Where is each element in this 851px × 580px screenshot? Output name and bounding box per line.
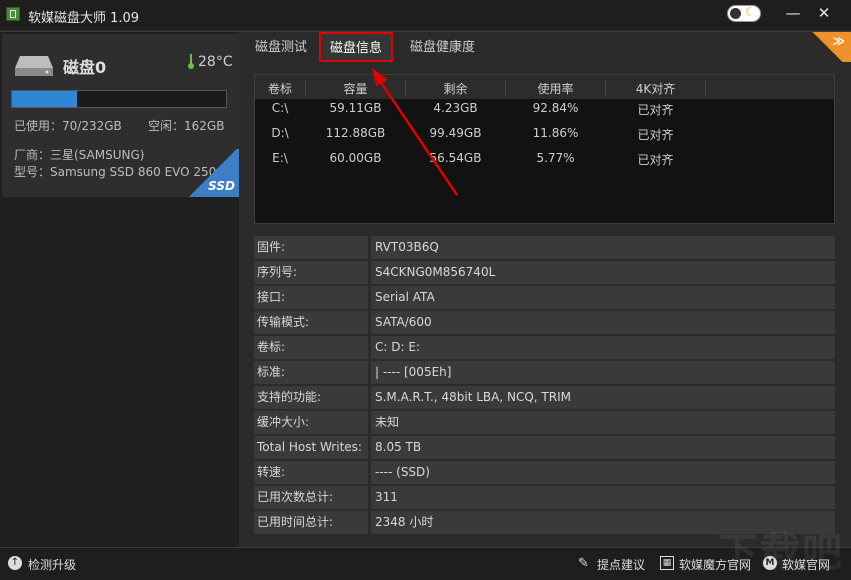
feedback-link[interactable]: 提点建议 xyxy=(597,556,645,573)
info-value: SATA/600 xyxy=(371,311,835,334)
table-row[interactable]: E:\ 60.00GB 56.54GB 5.77% 已对齐 xyxy=(255,151,834,175)
tab-disk-info[interactable]: 磁盘信息 xyxy=(319,32,393,62)
ssd-badge: SSD xyxy=(187,149,239,197)
cell-capacity: 60.00GB xyxy=(329,151,382,165)
cell-label: D:\ xyxy=(271,126,289,140)
hard-disk-icon xyxy=(15,56,53,76)
grid-icon[interactable]: ▦ xyxy=(660,556,674,570)
info-label: 缓冲大小: xyxy=(254,411,368,434)
info-row-standard: 标准: | ---- [005Eh] xyxy=(254,361,835,384)
info-value: Serial ATA xyxy=(371,286,835,309)
watermark: 下载吧 xyxy=(718,530,844,576)
title-bar: 软媒磁盘大师 1.09 ☾ — ✕ xyxy=(0,0,851,30)
info-value: 8.05 TB xyxy=(371,436,835,459)
col-header-label[interactable]: 卷标 xyxy=(255,80,306,96)
info-label: 标准: xyxy=(254,361,368,384)
cell-usage: 11.86% xyxy=(532,126,579,140)
window-title: 软媒磁盘大师 1.09 xyxy=(28,11,140,26)
info-value: RVT03B6Q xyxy=(371,236,835,259)
table-header: 卷标 容量 剩余 使用率 4K对齐 xyxy=(255,75,834,99)
col-header-4k[interactable]: 4K对齐 xyxy=(606,80,706,96)
disk-temperature: 28°C xyxy=(198,54,233,70)
info-value: ---- (SSD) xyxy=(371,461,835,484)
disk-card[interactable]: 磁盘0 28°C 已使用：70/232GB 空闲：162GB 厂商：三星(SAM… xyxy=(2,34,239,197)
info-row-host-writes: Total Host Writes: 8.05 TB xyxy=(254,436,835,459)
tab-disk-test[interactable]: 磁盘测试 xyxy=(255,37,307,59)
col-header-capacity[interactable]: 容量 xyxy=(306,80,406,96)
ssd-badge-label: SSD xyxy=(208,179,235,193)
moon-icon: ☾ xyxy=(745,5,756,19)
info-label: 固件: xyxy=(254,236,368,259)
info-value: S4CKNG0M856740L xyxy=(371,261,835,284)
info-row-transfer-mode: 传输模式: SATA/600 xyxy=(254,311,835,334)
table-row[interactable]: D:\ 112.88GB 99.49GB 11.86% 已对齐 xyxy=(255,126,834,150)
info-row-interface: 接口: Serial ATA xyxy=(254,286,835,309)
cell-4k: 已对齐 xyxy=(637,103,674,117)
info-value: 未知 xyxy=(371,411,835,434)
table-row[interactable]: C:\ 59.11GB 4.23GB 92.84% 已对齐 xyxy=(255,101,834,125)
cell-usage: 92.84% xyxy=(532,101,579,115)
disk-name: 磁盘0 xyxy=(63,58,107,77)
tab-bar: 磁盘测试 磁盘信息 磁盘健康度 ≫ xyxy=(239,31,851,63)
cell-free: 56.54GB xyxy=(429,151,482,165)
disk-used: 已使用：70/232GB xyxy=(14,119,122,133)
info-label: 卷标: xyxy=(254,336,368,359)
info-row-power-count: 已用次数总计: 311 xyxy=(254,486,835,509)
disk-list-panel: 磁盘0 28°C 已使用：70/232GB 空闲：162GB 厂商：三星(SAM… xyxy=(0,31,239,548)
col-header-free[interactable]: 剩余 xyxy=(406,80,506,96)
app-icon xyxy=(6,7,20,21)
volume-table: 卷标 容量 剩余 使用率 4K对齐 C:\ 59.11GB 4.23GB 92.… xyxy=(254,74,835,224)
info-value: 311 xyxy=(371,486,835,509)
tab-disk-health[interactable]: 磁盘健康度 xyxy=(410,37,475,59)
upgrade-arrow-icon[interactable]: ↑ xyxy=(8,556,22,570)
cell-4k: 已对齐 xyxy=(637,128,674,142)
cell-label: C:\ xyxy=(271,101,289,115)
pen-icon[interactable]: ✎ xyxy=(578,556,589,571)
info-row-rpm: 转速: ---- (SSD) xyxy=(254,461,835,484)
info-row-volumes: 卷标: C: D: E: xyxy=(254,336,835,359)
info-label: 支持的功能: xyxy=(254,386,368,409)
corner-badge[interactable]: ≫ xyxy=(811,32,851,62)
info-row-serial: 序列号: S4CKNG0M856740L xyxy=(254,261,835,284)
minimize-button[interactable]: — xyxy=(782,2,804,24)
info-row-buffer: 缓冲大小: 未知 xyxy=(254,411,835,434)
cell-capacity: 112.88GB xyxy=(325,126,386,140)
info-label: 传输模式: xyxy=(254,311,368,334)
thermometer-icon xyxy=(188,54,194,69)
info-value: | ---- [005Eh] xyxy=(371,361,835,384)
info-row-firmware: 固件: RVT03B6Q xyxy=(254,236,835,259)
info-label: 序列号: xyxy=(254,261,368,284)
close-button[interactable]: ✕ xyxy=(813,2,835,24)
cell-usage: 5.77% xyxy=(536,151,575,165)
info-label: 已用次数总计: xyxy=(254,486,368,509)
theme-toggle[interactable]: ☾ xyxy=(727,5,761,22)
disk-usage-fill xyxy=(12,91,77,107)
check-update-link[interactable]: 检测升级 xyxy=(28,556,76,573)
info-value: S.M.A.R.T., 48bit LBA, NCQ, TRIM xyxy=(371,386,835,409)
cell-free: 99.49GB xyxy=(429,126,482,140)
col-header-usage[interactable]: 使用率 xyxy=(506,80,606,96)
disk-free: 空闲：162GB xyxy=(148,119,225,133)
info-label: 接口: xyxy=(254,286,368,309)
disk-vendor: 厂商：三星(SAMSUNG) xyxy=(14,148,145,162)
cell-label: E:\ xyxy=(272,151,288,165)
disk-usage-bar xyxy=(11,90,227,108)
info-label: 已用时间总计: xyxy=(254,511,368,534)
cell-free: 4.23GB xyxy=(433,101,478,115)
double-chevron-icon: ≫ xyxy=(832,34,845,48)
cell-4k: 已对齐 xyxy=(637,153,674,167)
info-label: Total Host Writes: xyxy=(254,436,368,459)
info-row-features: 支持的功能: S.M.A.R.T., 48bit LBA, NCQ, TRIM xyxy=(254,386,835,409)
info-label: 转速: xyxy=(254,461,368,484)
cell-capacity: 59.11GB xyxy=(329,101,382,115)
toggle-knob-icon xyxy=(730,8,741,19)
info-value: C: D: E: xyxy=(371,336,835,359)
